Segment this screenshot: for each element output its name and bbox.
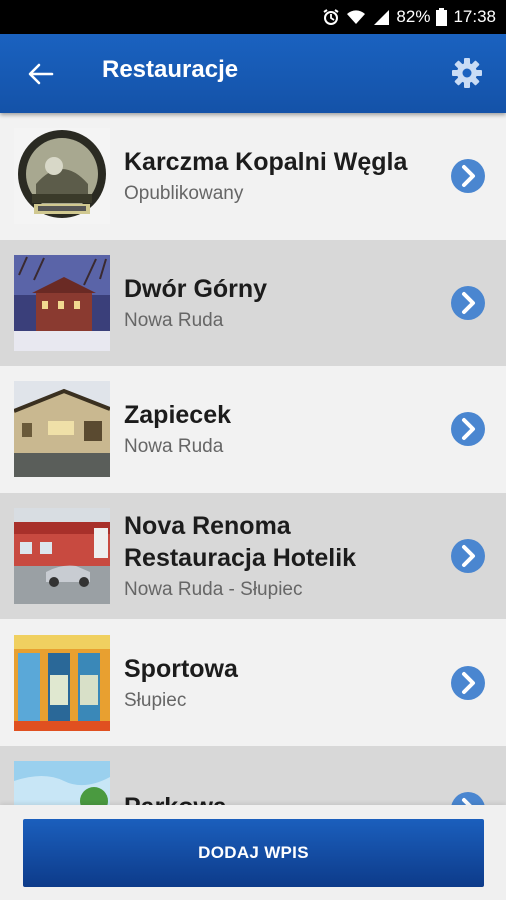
restaurant-name: Karczma Kopalni Węgla — [124, 148, 408, 177]
wifi-icon — [346, 9, 366, 25]
restaurant-thumbnail — [14, 254, 110, 351]
chevron-right-icon[interactable] — [450, 285, 486, 321]
list-item[interactable]: Nova Renoma Restauracja Hotelik Nowa Rud… — [0, 492, 506, 620]
chevron-right-icon[interactable] — [450, 411, 486, 447]
list-item[interactable]: Dwór Górny Nowa Ruda — [0, 239, 506, 367]
page-title: Restauracje — [102, 56, 239, 83]
chevron-right-icon[interactable] — [450, 538, 486, 574]
signal-icon — [372, 9, 390, 25]
screen: 82% 17:38 Restauracje Karczma Kopalni Wę… — [0, 0, 506, 900]
restaurant-thumbnail — [14, 508, 110, 605]
add-entry-button[interactable]: DODAJ WPIS — [23, 819, 484, 887]
restaurant-thumbnail — [14, 128, 110, 225]
restaurant-name: Zapiecek — [124, 401, 232, 430]
list-item[interactable]: Zapiecek Nowa Ruda — [0, 366, 506, 493]
list-item[interactable]: Karczma Kopalni Węgla Opublikowany — [0, 113, 506, 240]
chevron-right-icon[interactable] — [450, 665, 486, 701]
battery-icon — [436, 8, 448, 26]
clock-time: 17:38 — [453, 7, 496, 26]
restaurant-thumbnail — [14, 634, 110, 731]
restaurant-subtitle: Nowa Ruda - Słupiec — [124, 579, 303, 601]
list-item[interactable]: Parkowa — [0, 745, 506, 805]
restaurant-thumbnail — [14, 761, 110, 805]
app-bar: Restauracje — [0, 34, 506, 113]
bottom-bar: DODAJ WPIS — [0, 805, 506, 900]
list-item[interactable]: Sportowa Słupiec — [0, 619, 506, 746]
restaurant-thumbnail — [14, 381, 110, 478]
restaurant-subtitle: Słupiec — [124, 689, 187, 711]
restaurant-list: Karczma Kopalni Węgla Opublikowany Dwór … — [0, 113, 506, 805]
restaurant-name: Sportowa — [124, 654, 238, 683]
restaurant-name: Nova Renoma Restauracja Hotelik — [124, 512, 357, 573]
restaurant-name: Parkowa — [124, 791, 436, 805]
gear-icon[interactable] — [448, 54, 486, 92]
restaurant-subtitle: Opublikowany — [124, 183, 244, 205]
chevron-right-icon[interactable] — [450, 158, 486, 194]
alarm-icon — [322, 8, 340, 26]
status-bar: 82% 17:38 — [0, 0, 506, 34]
battery-percent: 82% — [396, 7, 431, 26]
restaurant-subtitle: Nowa Ruda — [124, 309, 224, 331]
restaurant-subtitle: Nowa Ruda — [124, 436, 224, 458]
restaurant-name: Dwór Górny — [124, 274, 268, 303]
chevron-right-icon[interactable] — [450, 791, 486, 805]
back-arrow-icon[interactable] — [24, 58, 56, 90]
